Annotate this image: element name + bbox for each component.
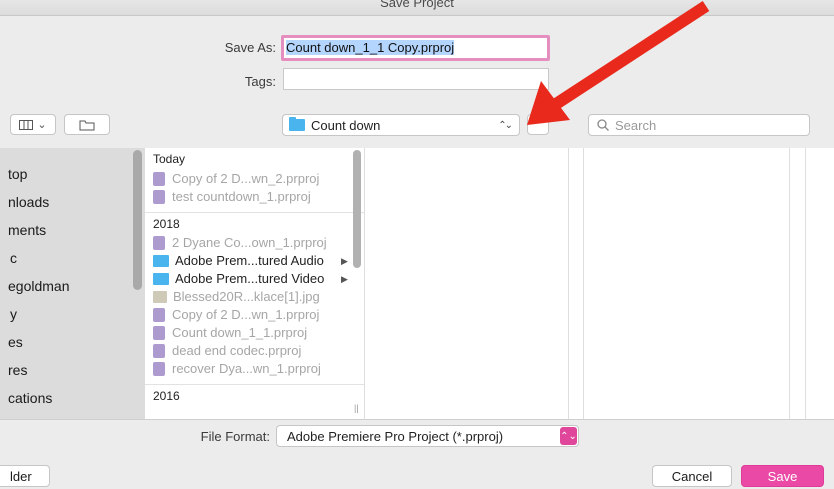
stepper-icon: ⌃⌄ [560,427,577,445]
premiere-file-icon [153,172,165,186]
sidebar-item[interactable]: top [0,160,145,188]
disclosure-arrow-icon: ▶ [341,256,348,266]
folder-icon [153,273,169,285]
sidebar-item[interactable]: egoldman [0,272,145,300]
browser-column-6 [806,148,834,419]
file-column: Today Copy of 2 D...wn_2.prprojtest count… [145,148,365,419]
tags-field[interactable] [283,68,549,90]
file-row[interactable]: Adobe Prem...tured Audio ▶ [145,252,364,270]
premiere-file-icon [153,236,165,250]
search-icon [597,119,609,131]
browser-column-4 [584,148,790,419]
sidebar-item[interactable]: ments [0,216,145,244]
save-as-label: Save As: [224,40,276,55]
chevron-down-icon: ⌄ [37,119,47,131]
sidebar-item[interactable]: c [0,244,145,272]
file-name: test countdown_1.prproj [172,189,311,204]
columns-view-icon [19,119,34,130]
file-name: 2 Dyane Co...own_1.prproj [172,235,327,250]
sidebar-item[interactable]: y [0,300,145,328]
premiere-file-icon [153,362,165,376]
column-scrollbar[interactable] [353,150,361,268]
file-row[interactable]: Copy of 2 D...wn_2.prproj [145,170,364,188]
file-row[interactable]: Copy of 2 D...wn_1.prproj [145,306,364,324]
save-as-field[interactable]: Count down_1_1 Copy.prproj [281,35,550,61]
group-header: Today [153,152,186,166]
sidebar: top nloads ments c egoldman y es res cations [0,148,145,419]
view-mode-button[interactable]: ⌄ [10,114,56,135]
sidebar-item[interactable]: nloads [0,188,145,216]
file-row[interactable]: test countdown_1.prproj [145,188,364,206]
file-row[interactable]: 2 Dyane Co...own_1.prproj [145,234,364,252]
file-name: recover Dya...wn_1.prproj [172,361,321,376]
file-name: Adobe Prem...tured Video [175,271,325,286]
group-header: 2016 [145,384,364,406]
new-folder-button[interactable]: lder [0,465,50,487]
folder-icon [153,255,169,267]
folder-icon [289,117,305,131]
search-placeholder: Search [615,117,657,133]
file-row[interactable]: dead end codec.prproj [145,342,364,360]
group-header: 2018 [145,212,364,234]
window-title: Save Project [380,0,454,10]
file-name: Count down_1_1.prproj [172,325,308,340]
file-name: Blessed20R...klace[1].jpg [173,289,320,304]
stepper-icon: ⌃⌄ [498,119,513,131]
premiere-file-icon [153,326,165,340]
location-label: Count down [311,117,381,133]
location-popup[interactable]: Count down ⌃⌄ [282,114,520,136]
file-name: Adobe Prem...tured Audio [175,253,324,268]
save-button[interactable]: Save [741,465,824,487]
image-file-icon [153,291,167,303]
file-format-value: Adobe Premiere Pro Project (*.prproj) [287,428,504,444]
sidebar-item[interactable]: cations [0,384,145,412]
sidebar-scrollbar[interactable] [133,150,142,290]
file-format-popup[interactable]: Adobe Premiere Pro Project (*.prproj) ⌃⌄ [276,425,579,447]
file-format-label: File Format: [200,429,270,444]
new-folder-toolbar-button[interactable] [64,114,110,135]
file-name: Copy of 2 D...wn_1.prproj [172,307,320,322]
premiere-file-icon [153,344,165,358]
search-field[interactable]: Search [588,114,810,136]
column-resize-handle[interactable]: || [354,403,359,413]
new-folder-icon [79,120,95,130]
file-name: Copy of 2 D...wn_2.prproj [172,171,320,186]
expand-button[interactable] [527,114,549,135]
window-titlebar: Save Project [0,0,834,16]
file-row[interactable]: Adobe Prem...tured Video ▶ [145,270,364,288]
cancel-button[interactable]: Cancel [652,465,732,487]
file-row[interactable]: recover Dya...wn_1.prproj [145,360,364,378]
disclosure-arrow-icon: ▶ [341,274,348,284]
file-name: dead end codec.prproj [172,343,302,358]
browser-column-5 [790,148,806,419]
premiere-file-icon [153,190,165,204]
file-row[interactable]: Blessed20R...klace[1].jpg [145,288,364,306]
sidebar-item[interactable]: es [0,328,145,356]
tags-label: Tags: [244,74,276,89]
file-row[interactable]: Count down_1_1.prproj [145,324,364,342]
arrow-shaft [552,0,710,110]
browser-column-3 [569,148,584,419]
sidebar-item[interactable]: res [0,356,145,384]
browser-column-2 [365,148,569,419]
premiere-file-icon [153,308,165,322]
save-as-value: Count down_1_1 Copy.prproj [286,40,455,55]
